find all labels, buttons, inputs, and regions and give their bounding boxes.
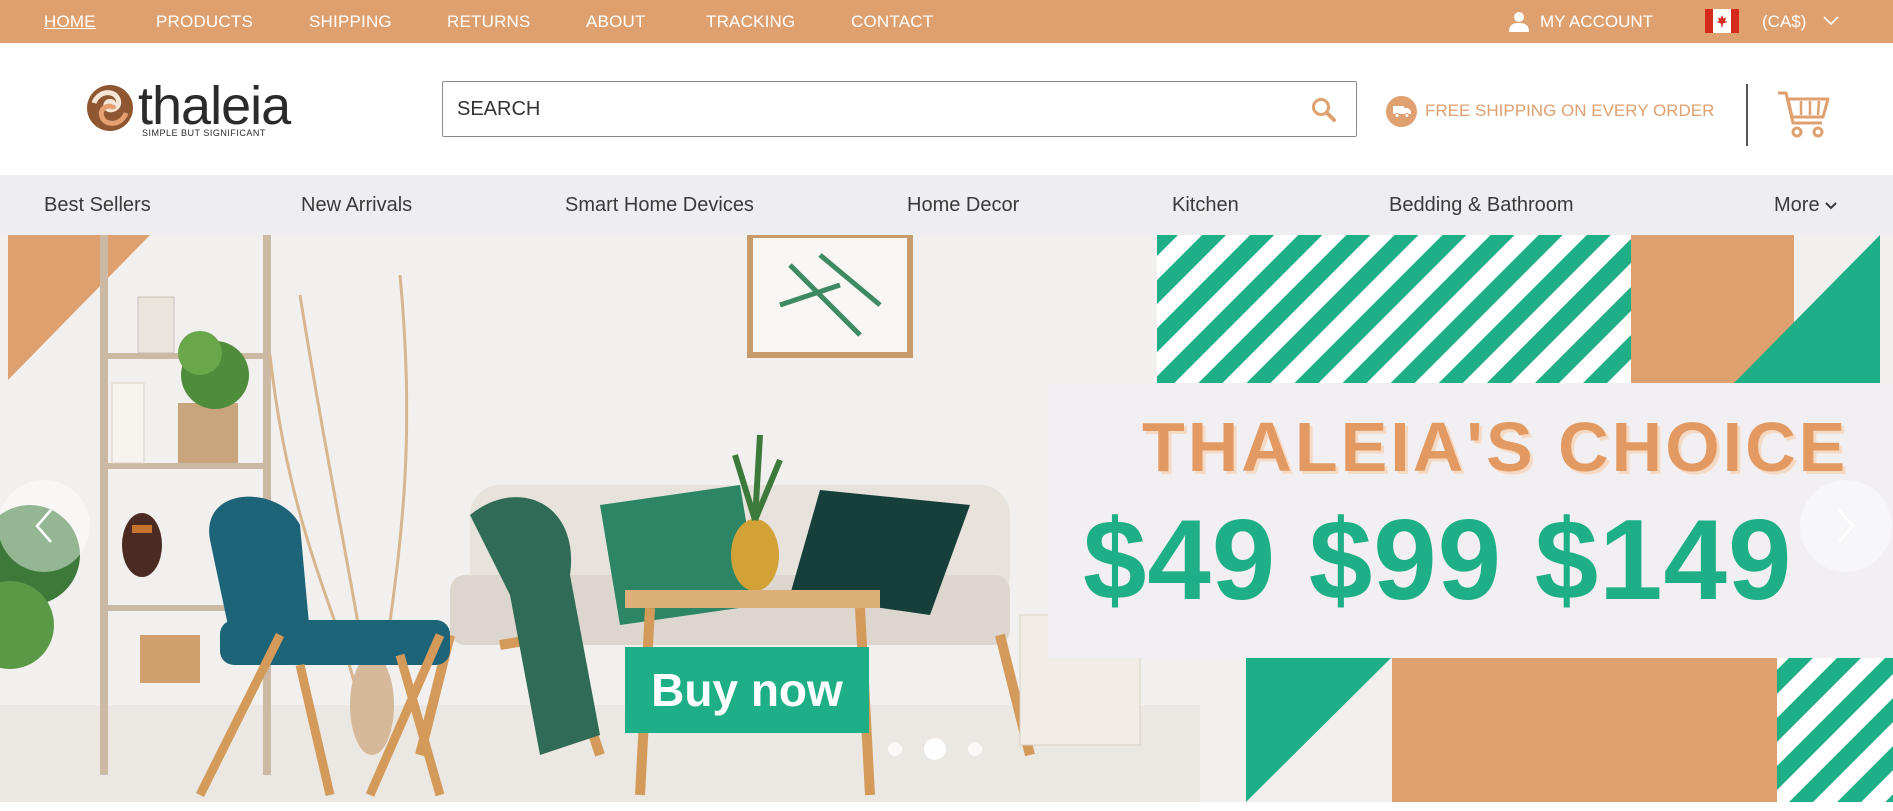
top-nav-products[interactable]: PRODUCTS bbox=[156, 0, 253, 43]
chevron-down-icon[interactable] bbox=[1822, 12, 1840, 30]
buy-now-button[interactable]: Buy now bbox=[625, 647, 869, 733]
category-home-decor[interactable]: Home Decor bbox=[907, 175, 1019, 235]
category-kitchen[interactable]: Kitchen bbox=[1172, 175, 1239, 235]
free-shipping-notice: FREE SHIPPING ON EVERY ORDER bbox=[1386, 95, 1714, 127]
logo-mark-icon bbox=[87, 85, 133, 131]
chevron-down-icon bbox=[1824, 202, 1837, 210]
carousel-prev-button[interactable] bbox=[0, 480, 90, 572]
promo-title: THALEIA'S CHOICE bbox=[1142, 408, 1849, 486]
top-nav-contact[interactable]: CONTACT bbox=[851, 0, 933, 43]
top-nav-tracking[interactable]: TRACKING bbox=[706, 0, 795, 43]
my-account-link[interactable]: MY ACCOUNT bbox=[1508, 0, 1653, 43]
search-input[interactable] bbox=[457, 82, 1277, 136]
category-best-sellers[interactable]: Best Sellers bbox=[44, 175, 151, 235]
carousel-next-button[interactable] bbox=[1800, 480, 1892, 572]
carousel-dot-2[interactable] bbox=[924, 738, 946, 760]
logo-tagline: SIMPLE BUT SIGNIFICANT bbox=[142, 128, 266, 138]
category-bedding-bathroom[interactable]: Bedding & Bathroom bbox=[1389, 175, 1574, 235]
header-divider bbox=[1746, 84, 1748, 146]
chevron-right-icon bbox=[1838, 509, 1855, 543]
hero-banner[interactable]: THALEIA'S CHOICE $49 $99 $149 Buy now bbox=[0, 235, 1893, 802]
carousel-dots bbox=[888, 738, 982, 760]
top-nav-returns[interactable]: RETURNS bbox=[447, 0, 531, 43]
thaleia-logo[interactable]: thaleia SIMPLE BUT SIGNIFICANT bbox=[84, 76, 324, 143]
truck-icon bbox=[1386, 95, 1417, 127]
site-header: thaleia SIMPLE BUT SIGNIFICANT FREE SHIP… bbox=[0, 43, 1893, 175]
canada-flag-icon[interactable] bbox=[1705, 9, 1739, 33]
my-account-label: MY ACCOUNT bbox=[1540, 11, 1654, 31]
category-more[interactable]: More bbox=[1774, 175, 1839, 235]
free-shipping-text: FREE SHIPPING ON EVERY ORDER bbox=[1425, 101, 1715, 120]
chevron-left-icon bbox=[35, 509, 52, 543]
category-smart-home-devices[interactable]: Smart Home Devices bbox=[565, 175, 754, 235]
search-bar bbox=[442, 81, 1357, 137]
search-icon[interactable] bbox=[1310, 96, 1338, 124]
top-nav-home[interactable]: HOME bbox=[44, 0, 96, 43]
carousel-dot-1[interactable] bbox=[888, 742, 902, 756]
top-nav-shipping[interactable]: SHIPPING bbox=[309, 0, 392, 43]
carousel-dot-3[interactable] bbox=[968, 742, 982, 756]
category-new-arrivals[interactable]: New Arrivals bbox=[301, 175, 412, 235]
currency-selector[interactable]: (CA$) bbox=[1762, 0, 1806, 43]
top-bar: HOME PRODUCTS SHIPPING RETURNS ABOUT TRA… bbox=[0, 0, 1893, 43]
promo-prices: $49 $99 $149 bbox=[1083, 497, 1793, 624]
category-nav: Best Sellers New Arrivals Smart Home Dev… bbox=[0, 175, 1893, 235]
cart-icon[interactable] bbox=[1776, 87, 1832, 143]
user-icon bbox=[1509, 11, 1529, 32]
more-label: More bbox=[1774, 194, 1820, 216]
top-nav-about[interactable]: ABOUT bbox=[586, 0, 646, 43]
